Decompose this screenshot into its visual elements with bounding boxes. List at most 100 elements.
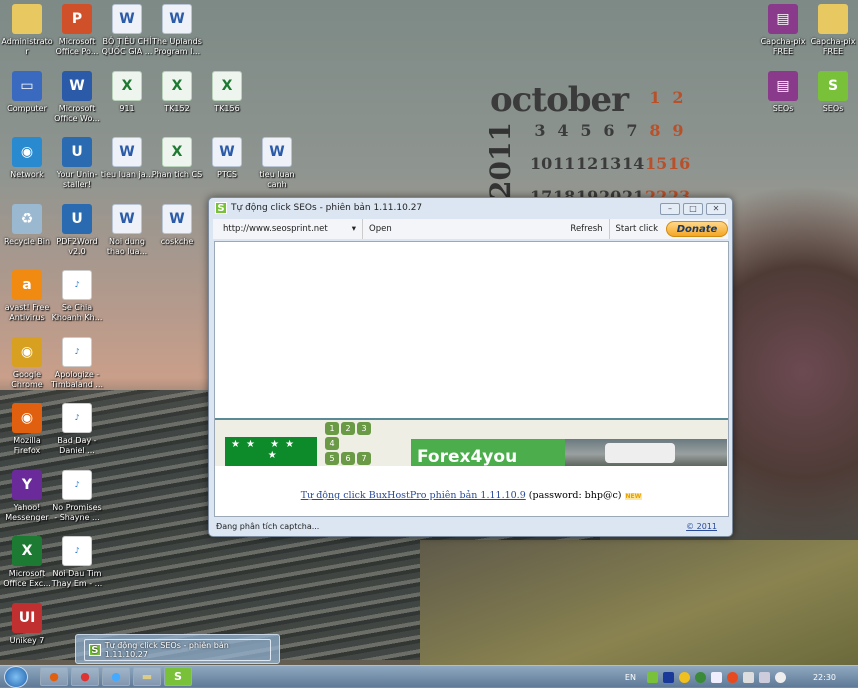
app-icon: U bbox=[62, 203, 92, 234]
desktop-icon[interactable]: X 911 bbox=[100, 67, 154, 114]
pager: 123 4 567 bbox=[325, 422, 375, 465]
mp3-icon: ♪ bbox=[62, 403, 92, 433]
desktop-icon[interactable]: ♻ Recycle Bin bbox=[0, 200, 54, 247]
excel-icon: X bbox=[12, 536, 42, 566]
desktop-icon[interactable]: W BỘ TIÊU CHÍ QUỐC GIA ... bbox=[100, 0, 154, 57]
refresh-button[interactable]: Refresh bbox=[564, 219, 610, 239]
close-button[interactable]: ✕ bbox=[706, 203, 726, 215]
desktop-icon[interactable]: ◉ Mozilla Firefox bbox=[0, 399, 54, 456]
seos-window[interactable]: S Tự động click SEOs - phiên bản 1.11.10… bbox=[208, 197, 733, 537]
flag-icon[interactable] bbox=[742, 671, 754, 683]
desktop-icon[interactable]: ◉ Google Chrome bbox=[0, 333, 54, 390]
desktop-icon[interactable]: ♪ Bad Day - Daniel ... bbox=[50, 399, 104, 456]
explorer-taskbar-icon[interactable]: ▬ bbox=[133, 667, 161, 686]
desktop-icon[interactable]: Capcha-pix FREE bbox=[806, 0, 858, 57]
maximize-button[interactable]: □ bbox=[683, 203, 703, 215]
buxhostpro-link[interactable]: Tự động click BuxHostPro phiên bản 1.11.… bbox=[301, 490, 526, 501]
messenger-taskbar-icon[interactable]: ● bbox=[102, 667, 130, 686]
desktop-icon[interactable]: W Noi dung thao lua... bbox=[100, 200, 154, 257]
url-dropdown[interactable]: http://www.seosprint.net ▾ bbox=[213, 219, 363, 239]
desktop-icon[interactable]: X Microsoft Office Exc... bbox=[0, 532, 54, 589]
copyright-link[interactable]: © 2011 bbox=[686, 522, 717, 531]
desktop-icon-label: SEOs bbox=[822, 103, 844, 113]
desktop-icon[interactable]: ▭ Computer bbox=[0, 67, 54, 114]
desktop-icon[interactable]: Wtieu luan canh bbox=[250, 133, 304, 190]
forex-ad[interactable]: Forex4you bbox=[411, 439, 565, 466]
pager-button[interactable]: 4 bbox=[325, 437, 339, 450]
desktop-icon[interactable]: Wcoskche bbox=[150, 200, 204, 247]
avast-tray-icon[interactable] bbox=[726, 671, 738, 683]
desktop-icon[interactable]: Administrato r bbox=[0, 0, 54, 57]
network-globe-tray-icon[interactable] bbox=[694, 671, 706, 683]
desktop-icon[interactable]: W Microsoft Office Wo... bbox=[50, 67, 104, 124]
stars-banner[interactable]: ★★ ★★ ★ bbox=[225, 437, 317, 466]
mp3-icon: ♪ bbox=[62, 336, 92, 367]
pager-button[interactable]: 2 bbox=[341, 422, 355, 435]
seos-tray-icon[interactable] bbox=[646, 671, 658, 683]
desktop-icon[interactable]: Y Yahoo! Messenger bbox=[0, 466, 54, 523]
desktop-icon-label: tieu luan ja... bbox=[100, 170, 154, 179]
chevron-down-icon[interactable]: ▾ bbox=[352, 224, 356, 234]
desktop-icon[interactable]: UI Unikey 7 bbox=[0, 599, 54, 646]
chrome-icon: ◉ bbox=[12, 336, 42, 367]
pager-button[interactable]: 3 bbox=[357, 422, 371, 435]
network-tray-icon[interactable] bbox=[758, 671, 770, 683]
desktop-icon[interactable]: X TK156 bbox=[200, 67, 254, 114]
smiley-tray-icon[interactable] bbox=[678, 671, 690, 683]
desktop-icon[interactable]: a avast! Free Antivirus bbox=[0, 266, 54, 323]
doc-icon: W bbox=[162, 4, 192, 34]
language-indicator[interactable]: EN bbox=[625, 673, 636, 682]
desktop-icon[interactable]: ◉ Network bbox=[0, 133, 54, 180]
desktop-icon[interactable]: W The Uplands Program I... bbox=[150, 0, 204, 57]
chart-tray-icon[interactable] bbox=[662, 671, 674, 683]
computer-icon: ▭ bbox=[12, 70, 42, 101]
desktop-icon-label: The Uplands Program I... bbox=[152, 37, 202, 56]
pager-button[interactable]: 1 bbox=[325, 422, 339, 435]
xls-icon: X bbox=[112, 70, 142, 101]
desktop-icon[interactable]: U PDF2Word v2.0 bbox=[50, 200, 104, 257]
desktop-icon[interactable]: P Microsoft Office Po... bbox=[50, 0, 104, 57]
desktop-icon-label: Administrato r bbox=[1, 37, 53, 56]
calendar-day: 4 bbox=[557, 121, 569, 140]
pager-button[interactable]: 6 bbox=[341, 452, 355, 465]
desktop-icon[interactable]: W PTCS bbox=[200, 133, 254, 180]
browser-view[interactable]: ★★ ★★ ★ 123 4 567 Forex4you Tự động click … bbox=[214, 241, 729, 517]
start-click-button[interactable]: Start click bbox=[610, 219, 664, 239]
wallpaper-shore bbox=[420, 540, 858, 665]
donate-button[interactable]: Donate bbox=[666, 221, 728, 237]
desktop-icon[interactable]: Wtieu luan ja... bbox=[100, 133, 154, 180]
taskbar-preview[interactable]: S Tự động click SEOs - phiên bản 1.11.10.… bbox=[75, 634, 280, 664]
calendar-day: 1 bbox=[649, 88, 661, 107]
open-button[interactable]: Open bbox=[363, 219, 398, 239]
desktop-icon[interactable]: ♪ Se Chia Khoanh Kh... bbox=[50, 266, 104, 323]
firefox-taskbar-icon[interactable]: ● bbox=[40, 667, 68, 686]
desktop-icon[interactable]: X TK152 bbox=[150, 67, 204, 114]
desktop-icon[interactable]: X Phan tich CS bbox=[150, 133, 204, 180]
desktop-icon-label: Phan tich CS bbox=[151, 170, 203, 179]
seos-taskbar-icon[interactable]: S bbox=[164, 667, 192, 686]
start-button[interactable] bbox=[4, 666, 28, 688]
clock[interactable]: 22:30 bbox=[813, 673, 836, 682]
desktop-icon-label: TK156 bbox=[214, 103, 240, 113]
desktop-icon[interactable]: ♪ No Promises - Shayne ... bbox=[50, 466, 104, 523]
doc-icon: W bbox=[262, 137, 292, 167]
ad-banner[interactable]: ★★ ★★ ★ 123 4 567 Forex4you bbox=[215, 418, 728, 466]
truck-ad-image[interactable] bbox=[565, 439, 727, 466]
preview-title: Tự động click SEOs - phiên bản 1.11.10.2… bbox=[104, 641, 229, 659]
yahoo-icon: Y bbox=[12, 469, 42, 500]
desktop-icon[interactable]: S SEOs bbox=[806, 67, 858, 114]
desktop-icon[interactable]: ♪ Apologize - Timbaland ... bbox=[50, 333, 104, 390]
e-tray-icon[interactable] bbox=[710, 671, 722, 683]
desktop-icon[interactable]: ▤ Capcha-pix FREE bbox=[756, 0, 810, 57]
calendar-day: 16 bbox=[668, 154, 691, 173]
pager-button[interactable]: 7 bbox=[357, 452, 371, 465]
chrome-taskbar-icon[interactable]: ● bbox=[71, 667, 99, 686]
pager-button[interactable]: 5 bbox=[325, 452, 339, 465]
desktop-icon[interactable]: ▤ SEOs bbox=[756, 67, 810, 114]
minimize-button[interactable]: – bbox=[660, 203, 680, 215]
desktop-icon-label: Unikey 7 bbox=[9, 635, 45, 645]
title-bar[interactable]: S Tự động click SEOs - phiên bản 1.11.10… bbox=[209, 198, 732, 218]
desktop-icon[interactable]: U Your Unin-staller! bbox=[50, 133, 104, 190]
desktop-icon[interactable]: ♪ Noi Dau Tim Thay Em - ... bbox=[50, 532, 104, 589]
volume-icon[interactable] bbox=[774, 671, 786, 683]
